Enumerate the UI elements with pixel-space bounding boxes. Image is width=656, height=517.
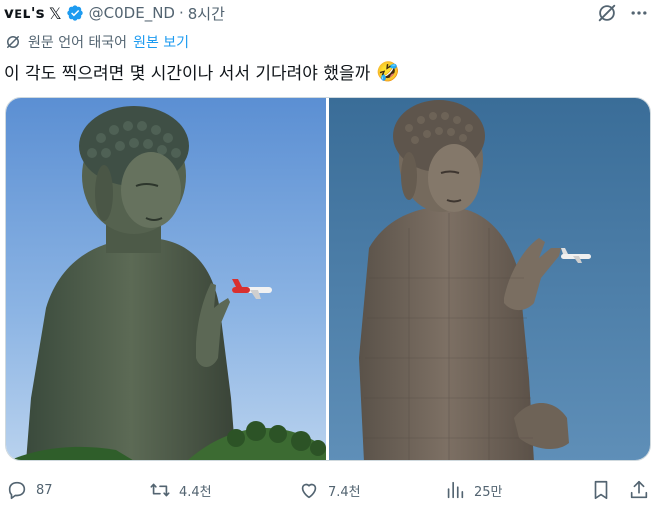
like-icon: [301, 483, 317, 499]
rofl-emoji: 🤣: [376, 60, 400, 83]
share-button[interactable]: [628, 476, 650, 504]
buddha-photo-right: [329, 98, 650, 460]
media-image-1[interactable]: [6, 98, 326, 460]
buddha-photo-left: [6, 98, 326, 460]
retweet-button[interactable]: 4.4천: [149, 476, 212, 504]
translation-row: 원문 언어 태국어 원본 보기: [4, 31, 189, 53]
grok-button[interactable]: [595, 1, 619, 25]
user-handle[interactable]: @C0DE_ND: [89, 4, 175, 22]
share-icon: [630, 480, 648, 499]
like-button[interactable]: 7.4천: [298, 476, 361, 504]
show-original-link[interactable]: 원본 보기: [133, 32, 189, 52]
reply-button[interactable]: 87: [6, 476, 53, 504]
header-separator: ·: [178, 4, 184, 22]
verified-badge-icon: [66, 5, 83, 21]
retweet-icon: [150, 483, 170, 497]
tweet-actions: 87 4.4천 7.4천 25만: [0, 476, 656, 504]
grok-icon: [598, 4, 616, 22]
tweet-body: 이 각도 찍으려면 몇 시간이나 서서 기다려야 했을까: [4, 63, 371, 84]
like-count: 7.4천: [328, 484, 361, 500]
bookmark-icon: [594, 480, 608, 500]
view-count: 25만: [474, 484, 503, 500]
reply-count: 87: [36, 482, 53, 498]
bookmark-button[interactable]: [590, 476, 612, 504]
more-icon: [631, 11, 647, 15]
translate-icon: [7, 36, 19, 48]
views-button[interactable]: 25만: [444, 476, 503, 504]
retweet-count: 4.4천: [179, 484, 212, 500]
views-icon: [447, 481, 464, 499]
display-name[interactable]: ᴠᴇʟ's: [4, 4, 45, 22]
media-image-2[interactable]: [329, 98, 650, 460]
reply-icon: [8, 481, 26, 500]
more-button[interactable]: [627, 1, 651, 25]
media-grid: [5, 97, 651, 461]
tweet-text: 이 각도 찍으려면 몇 시간이나 서서 기다려야 했을까 🤣: [4, 58, 400, 84]
display-name-x-glyph[interactable]: 𝕏: [49, 4, 62, 23]
tweet-header: ᴠᴇʟ's 𝕏 @C0DE_ND · 8시간: [4, 0, 225, 26]
tweet-timestamp[interactable]: 8시간: [188, 3, 225, 24]
translation-label: 원문 언어 태국어: [28, 35, 128, 51]
